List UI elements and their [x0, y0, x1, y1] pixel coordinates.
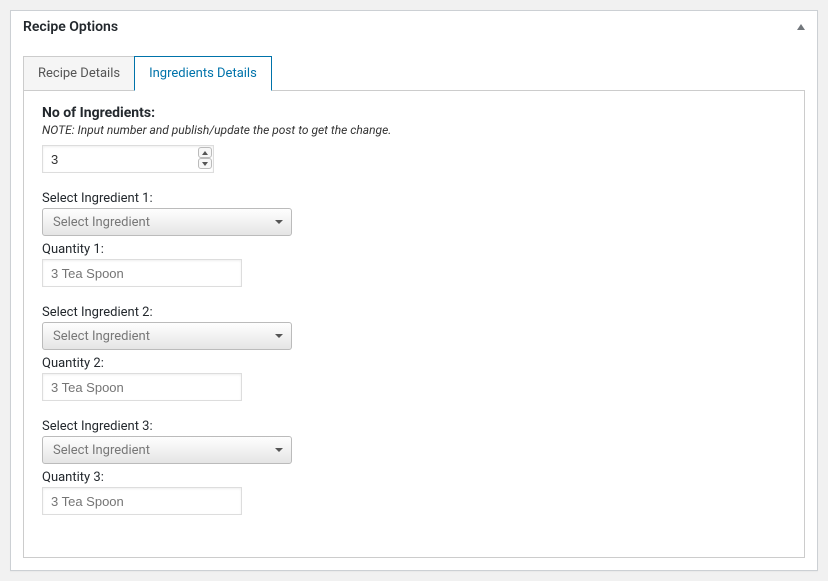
select-ingredient-2[interactable]: Select Ingredient	[42, 322, 292, 350]
number-spinners	[198, 147, 212, 169]
quantity-input-1[interactable]	[42, 259, 242, 287]
quantity-label: Quantity 1:	[42, 242, 786, 257]
ingredients-count-input[interactable]	[42, 145, 214, 173]
select-ingredient-label: Select Ingredient 2:	[42, 305, 786, 320]
spinner-up-icon[interactable]	[198, 147, 212, 158]
chevron-down-icon	[275, 448, 283, 452]
spinner-down-icon[interactable]	[198, 158, 212, 169]
ingredients-count-note: NOTE: Input number and publish/update th…	[42, 123, 786, 137]
select-ingredient-1[interactable]: Select Ingredient	[42, 208, 292, 236]
select-ingredient-label: Select Ingredient 3:	[42, 419, 786, 434]
select-placeholder: Select Ingredient	[53, 329, 150, 344]
select-ingredient-3[interactable]: Select Ingredient	[42, 436, 292, 464]
tabs: Recipe Details Ingredients Details	[23, 56, 805, 91]
ingredients-count-field	[42, 145, 214, 173]
tab-panel-ingredients: No of Ingredients: NOTE: Input number an…	[23, 90, 805, 558]
quantity-input-2[interactable]	[42, 373, 242, 401]
quantity-input-3[interactable]	[42, 487, 242, 515]
tab-recipe-details[interactable]: Recipe Details	[23, 56, 135, 91]
select-placeholder: Select Ingredient	[53, 215, 150, 230]
tab-ingredients-details[interactable]: Ingredients Details	[134, 56, 272, 91]
quantity-label: Quantity 3:	[42, 470, 786, 485]
ingredients-count-title: No of Ingredients:	[42, 105, 786, 121]
recipe-options-metabox: Recipe Options Recipe Details Ingredient…	[10, 10, 818, 571]
ingredient-block-3: Select Ingredient 3: Select Ingredient Q…	[42, 419, 786, 515]
metabox-header: Recipe Options	[11, 11, 817, 44]
chevron-down-icon	[275, 220, 283, 224]
metabox-body: Recipe Details Ingredients Details No of…	[11, 44, 817, 570]
collapse-toggle-icon[interactable]	[797, 24, 805, 30]
select-placeholder: Select Ingredient	[53, 443, 150, 458]
ingredient-block-1: Select Ingredient 1: Select Ingredient Q…	[42, 191, 786, 287]
quantity-label: Quantity 2:	[42, 356, 786, 371]
ingredient-block-2: Select Ingredient 2: Select Ingredient Q…	[42, 305, 786, 401]
select-ingredient-label: Select Ingredient 1:	[42, 191, 786, 206]
metabox-title: Recipe Options	[23, 19, 118, 35]
chevron-down-icon	[275, 334, 283, 338]
